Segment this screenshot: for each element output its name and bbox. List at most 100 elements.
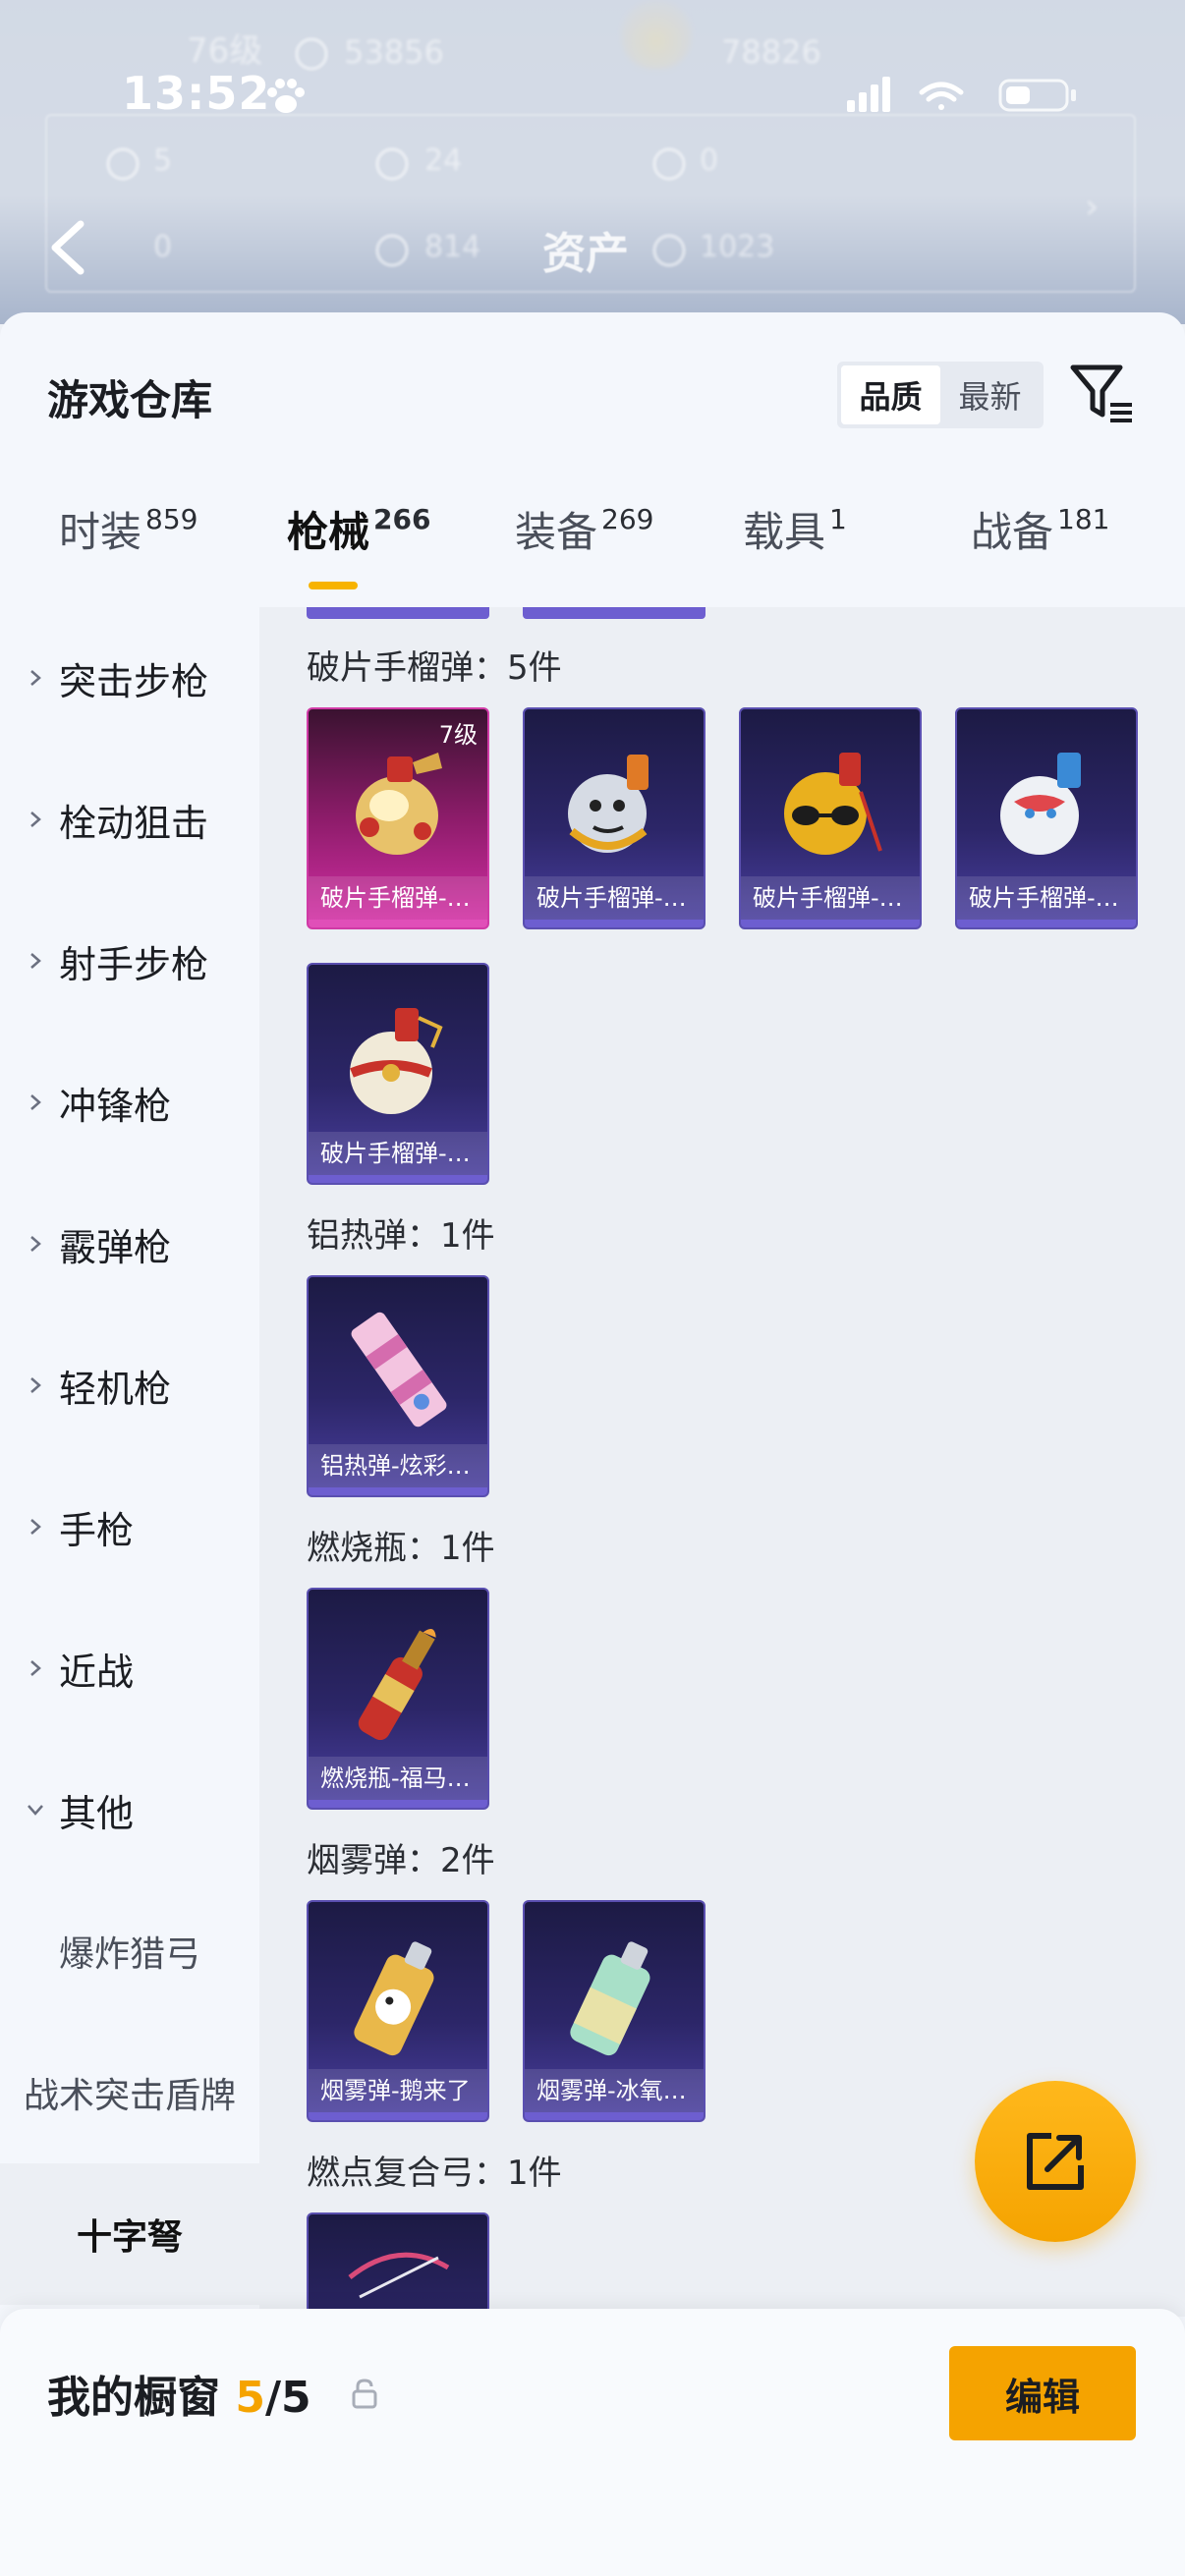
asset-value: 0	[153, 230, 173, 264]
rarity-bar	[309, 1487, 487, 1495]
chevron-right-icon	[30, 1660, 41, 1676]
share-icon	[1027, 2133, 1084, 2190]
rarity-bar	[309, 2112, 487, 2120]
rarity-bar	[309, 920, 487, 927]
tab-count: 859	[145, 503, 198, 535]
rarity-bar	[525, 2112, 704, 2120]
item-level-badge: 7级	[438, 721, 478, 749]
chevron-down-icon	[28, 1805, 43, 1816]
item-name: 铝热弹-炫彩…	[309, 1444, 487, 1487]
item-card[interactable]: 铝热弹-炫彩…	[307, 1275, 489, 1497]
edit-button[interactable]: 编辑	[949, 2346, 1136, 2440]
sidebar-item-assault-rifle[interactable]: 突击步枪	[0, 607, 259, 749]
item-grid: 破片手榴弹：5件 7级 破片手榴弹-… 破片手榴弹-… 破片手榴弹-… 破片手榴…	[259, 607, 1185, 2317]
tab-label: 战备	[971, 508, 1054, 556]
asset-coin-icon	[375, 234, 409, 267]
sort-newest-button[interactable]: 最新	[940, 365, 1040, 424]
chevron-right-icon	[30, 1094, 41, 1110]
sidebar-item-label: 栓动狙击	[59, 801, 209, 845]
chevron-right-icon	[30, 1377, 41, 1393]
compound-bow-art-icon	[348, 2252, 450, 2299]
item-card[interactable]: 燃烧瓶-福马…	[307, 1588, 489, 1810]
item-card[interactable]	[307, 2212, 489, 2317]
tab-count: 1	[829, 503, 847, 535]
tab-label: 装备	[515, 508, 598, 556]
signal-icon	[847, 77, 890, 112]
asset-coin-icon	[652, 147, 686, 181]
sort-quality-button[interactable]: 品质	[841, 365, 940, 424]
sidebar-item-lmg[interactable]: 轻机枪	[0, 1315, 259, 1456]
filter-icon[interactable]	[1067, 360, 1136, 428]
sidebar-item-other[interactable]: 其他	[0, 1739, 259, 1880]
sidebar-item-pistol[interactable]: 手枪	[0, 1456, 259, 1597]
item-card[interactable]: 破片手榴弹-…	[523, 707, 705, 929]
card-stub	[523, 607, 705, 619]
item-name: 破片手榴弹-…	[741, 876, 920, 920]
sidebar-subitem-crossbow[interactable]: 十字弩	[0, 2163, 259, 2305]
tab-supplies[interactable]: 战备 181	[971, 499, 1109, 559]
coin-icon	[295, 37, 328, 71]
wifi-icon	[919, 82, 964, 110]
item-name: 破片手榴弹-…	[957, 876, 1136, 920]
smoke-grenade-art-icon	[354, 1941, 434, 2056]
rarity-bar	[957, 920, 1136, 927]
grenade-art-icon	[568, 755, 649, 853]
card-stub	[307, 607, 489, 619]
sheet-title: 游戏仓库	[47, 376, 213, 424]
sidebar-subitem-tactical-shield[interactable]: 战术突击盾牌	[0, 2022, 259, 2163]
player-stat-2: 78826	[721, 33, 821, 71]
grenade-art-icon	[350, 1008, 443, 1114]
item-card[interactable]: 破片手榴弹-…	[739, 707, 922, 929]
chevron-right-icon: ›	[1085, 187, 1100, 227]
asset-value: 24	[424, 143, 463, 178]
tab-label: 载具	[743, 508, 826, 556]
rarity-bar	[741, 920, 920, 927]
lock-icon	[352, 2379, 377, 2409]
sidebar-item-melee[interactable]: 近战	[0, 1597, 259, 1739]
item-card[interactable]: 破片手榴弹-…	[307, 963, 489, 1185]
asset-value: 5	[153, 143, 173, 178]
rarity-bar	[525, 920, 704, 927]
back-icon[interactable]	[45, 218, 90, 277]
sidebar-subitem-explosive-bow[interactable]: 爆炸猎弓	[0, 1880, 259, 2022]
item-name: 烟雾弹-鹅来了	[309, 2069, 487, 2112]
sidebar: 突击步枪 栓动狙击 射手步枪 冲锋枪 霰弹枪 轻机枪 手枪 近战 其他 爆炸猎弓…	[0, 607, 259, 2576]
molotov-art-icon	[358, 1628, 436, 1741]
tab-fashion[interactable]: 时装 859	[59, 499, 198, 559]
player-stat-1: 53856	[344, 33, 444, 71]
item-name: 破片手榴弹-…	[309, 876, 487, 920]
item-name: 燃烧瓶-福马…	[309, 1757, 487, 1800]
group-label: 燃点复合弓：1件	[307, 2154, 562, 2193]
tab-vehicles[interactable]: 载具 1	[743, 499, 847, 559]
chevron-right-icon	[30, 1519, 41, 1535]
category-tabs: 时装 859 枪械 266 装备 269 载具 1 战备 181	[0, 499, 1185, 597]
sidebar-item-marksman-rifle[interactable]: 射手步枪	[0, 890, 259, 1032]
rarity-bar	[309, 1800, 487, 1808]
item-name: 破片手榴弹-…	[309, 1132, 487, 1175]
group-label: 烟雾弹：2件	[307, 1841, 495, 1880]
tab-firearms[interactable]: 枪械 266	[287, 499, 430, 559]
share-button[interactable]	[975, 2081, 1136, 2242]
item-card[interactable]: 破片手榴弹-…	[955, 707, 1138, 929]
asset-coin-icon	[106, 147, 140, 181]
sidebar-item-bolt-sniper[interactable]: 栓动狙击	[0, 749, 259, 890]
sidebar-item-label: 手枪	[59, 1508, 135, 1552]
chevron-right-icon	[30, 670, 41, 686]
item-card[interactable]: 7级 破片手榴弹-…	[307, 707, 489, 929]
showcase-title: 我的橱窗 5/5	[47, 2362, 311, 2425]
header-title: 资产	[542, 229, 629, 279]
paw-icon	[267, 79, 305, 113]
group-label: 燃烧瓶：1件	[307, 1529, 495, 1568]
battery-icon	[998, 79, 1076, 112]
tab-label: 时装	[59, 508, 142, 556]
item-card[interactable]: 烟雾弹-鹅来了	[307, 1900, 489, 2122]
sidebar-item-smg[interactable]: 冲锋枪	[0, 1032, 259, 1173]
item-card[interactable]: 烟雾弹-冰氧…	[523, 1900, 705, 2122]
group-label: 铝热弹：1件	[307, 1216, 495, 1256]
smoke-grenade-art-icon	[570, 1941, 650, 2056]
tab-count: 266	[373, 503, 431, 535]
sidebar-item-shotgun[interactable]: 霰弹枪	[0, 1173, 259, 1315]
chevron-right-icon	[30, 953, 41, 969]
tab-equipment[interactable]: 装备 269	[515, 499, 653, 559]
grenade-art-icon	[1000, 753, 1081, 855]
